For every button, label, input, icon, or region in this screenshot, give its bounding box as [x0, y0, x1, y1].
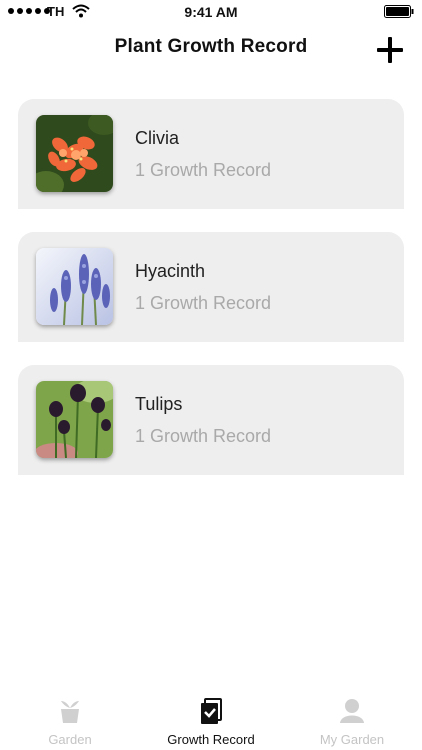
- potted-plant-icon: [61, 701, 79, 723]
- plant-card-tulips[interactable]: Tulips 1 Growth Record: [18, 365, 404, 475]
- navigation-bar: Plant Growth Record: [0, 24, 422, 74]
- battery-icon: [384, 5, 414, 18]
- tulips-photo: [36, 381, 113, 458]
- tab-label: Growth Record: [167, 732, 255, 747]
- user-icon: [340, 699, 364, 723]
- tab-growth-record[interactable]: Growth Record: [141, 690, 281, 750]
- clivia-photo: [36, 115, 113, 192]
- plant-card-clivia[interactable]: Clivia 1 Growth Record: [18, 99, 404, 209]
- growth-record-count: 1 Growth Record: [135, 426, 272, 446]
- status-bar: TH 9:41 AM: [0, 0, 422, 24]
- growth-record-count: 1 Growth Record: [135, 160, 272, 180]
- plant-name: Clivia: [135, 128, 180, 148]
- tab-label: My Garden: [319, 732, 385, 747]
- record-book-icon: [201, 698, 222, 724]
- growth-record-count: 1 Growth Record: [135, 293, 272, 313]
- plant-name: Hyacinth: [135, 261, 206, 281]
- tab-my-garden[interactable]: My Garden: [282, 690, 422, 750]
- plant-card-hyacinth[interactable]: Hyacinth 1 Growth Record: [18, 232, 404, 342]
- tab-label: Garden: [48, 732, 92, 747]
- page-title: Plant Growth Record: [114, 36, 308, 57]
- status-time: 9:41 AM: [184, 4, 238, 20]
- hyacinth-photo: [36, 248, 113, 325]
- tab-garden[interactable]: Garden: [0, 690, 140, 750]
- plant-name: Tulips: [135, 394, 183, 414]
- add-plant-button[interactable]: [376, 36, 404, 64]
- tab-bar: Garden Growth Record My Garden: [0, 690, 422, 750]
